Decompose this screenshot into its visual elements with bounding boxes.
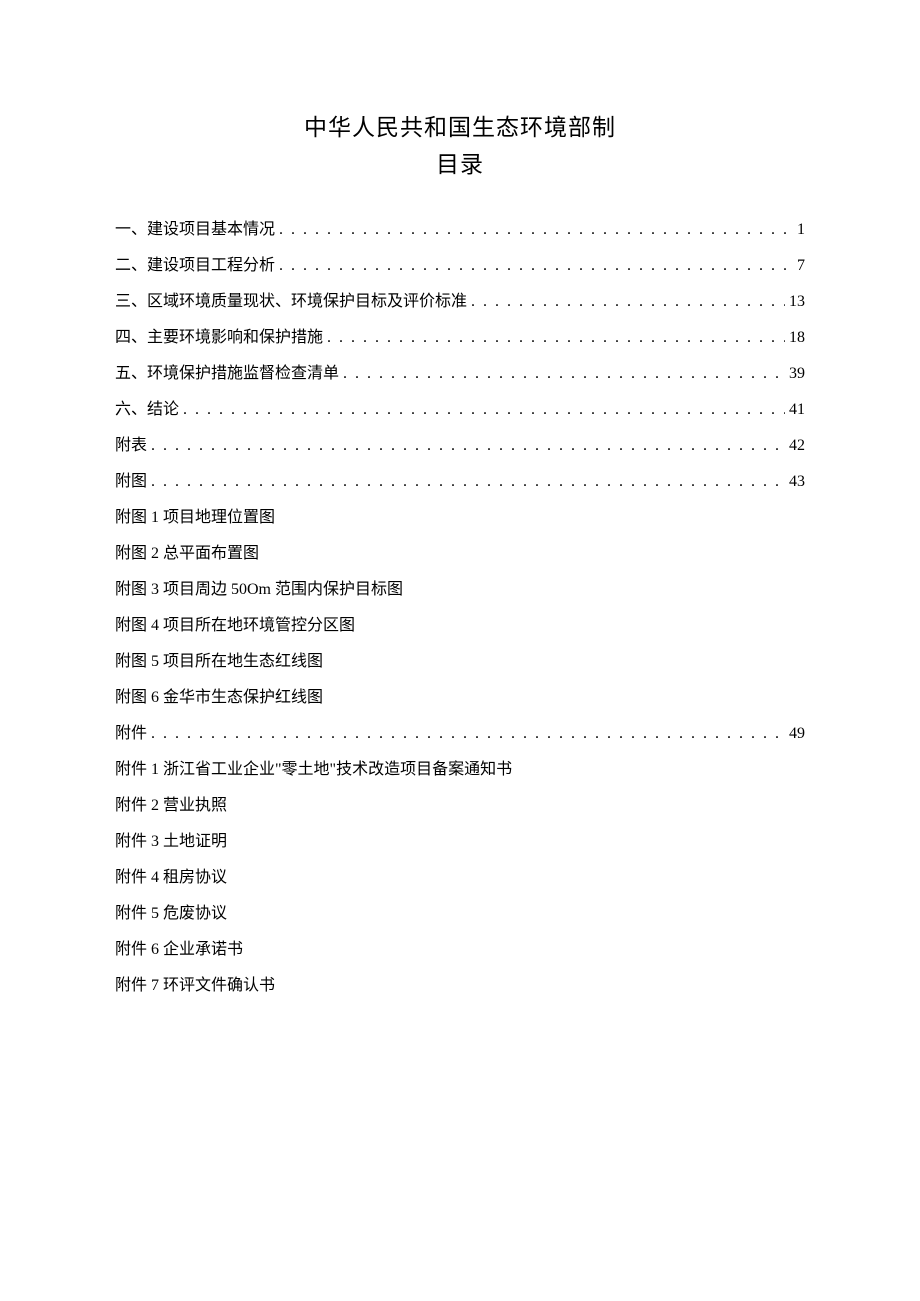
toc-dots — [183, 402, 785, 418]
toc-entry: 附件 49 — [115, 726, 805, 742]
toc-entry: 附图 43 — [115, 474, 805, 490]
toc-page: 39 — [789, 366, 805, 382]
attachment-entry: 附件 6 企业承诺书 — [115, 942, 805, 958]
attachment-entry: 附件 7 环评文件确认书 — [115, 978, 805, 994]
figure-entry: 附图 1 项目地理位置图 — [115, 510, 805, 526]
attachment-entry: 附件 1 浙江省工业企业"零土地"技术改造项目备案通知书 — [115, 762, 805, 778]
toc-label: 附表 — [115, 438, 147, 454]
toc-entry: 六、结论 41 — [115, 402, 805, 418]
toc-page: 7 — [797, 258, 805, 274]
toc-page: 18 — [789, 330, 805, 346]
toc-dots — [279, 222, 793, 238]
toc-entry: 三、区域环境质量现状、环境保护目标及评价标准 13 — [115, 294, 805, 310]
toc-entry: 附表 42 — [115, 438, 805, 454]
toc-label: 二、建设项目工程分析 — [115, 258, 275, 274]
toc-label: 五、环境保护措施监督检查清单 — [115, 366, 339, 382]
title-main: 中华人民共和国生态环境部制 — [115, 110, 805, 147]
toc-dots — [279, 258, 793, 274]
figure-entry: 附图 5 项目所在地生态红线图 — [115, 654, 805, 670]
toc-dots — [343, 366, 785, 382]
toc-dots — [151, 438, 785, 454]
toc-entry: 一、建设项目基本情况 1 — [115, 222, 805, 238]
toc-dots — [471, 294, 785, 310]
toc-page: 49 — [789, 726, 805, 742]
title-sub: 目录 — [115, 147, 805, 184]
attachment-entry: 附件 2 营业执照 — [115, 798, 805, 814]
toc-label: 附件 — [115, 726, 147, 742]
toc-page: 41 — [789, 402, 805, 418]
toc-dots — [151, 726, 785, 742]
attachment-entry: 附件 3 土地证明 — [115, 834, 805, 850]
toc-label: 四、主要环境影响和保护措施 — [115, 330, 323, 346]
toc-entry: 五、环境保护措施监督检查清单 39 — [115, 366, 805, 382]
attachment-entry: 附件 4 租房协议 — [115, 870, 805, 886]
toc-label: 附图 — [115, 474, 147, 490]
toc-label: 一、建设项目基本情况 — [115, 222, 275, 238]
figure-entry: 附图 4 项目所在地环境管控分区图 — [115, 618, 805, 634]
toc-page: 13 — [789, 294, 805, 310]
toc-page: 1 — [797, 222, 805, 238]
toc-dots — [151, 474, 785, 490]
figure-entry: 附图 2 总平面布置图 — [115, 546, 805, 562]
attachment-entry: 附件 5 危废协议 — [115, 906, 805, 922]
toc-page: 43 — [789, 474, 805, 490]
figure-entry: 附图 6 金华市生态保护红线图 — [115, 690, 805, 706]
toc-dots — [327, 330, 785, 346]
figure-entry: 附图 3 项目周边 50Om 范围内保护目标图 — [115, 582, 805, 598]
toc-entry: 二、建设项目工程分析 7 — [115, 258, 805, 274]
title-block: 中华人民共和国生态环境部制 目录 — [115, 110, 805, 184]
toc-label: 六、结论 — [115, 402, 179, 418]
toc-label: 三、区域环境质量现状、环境保护目标及评价标准 — [115, 294, 467, 310]
toc-entry: 四、主要环境影响和保护措施 18 — [115, 330, 805, 346]
toc-page: 42 — [789, 438, 805, 454]
